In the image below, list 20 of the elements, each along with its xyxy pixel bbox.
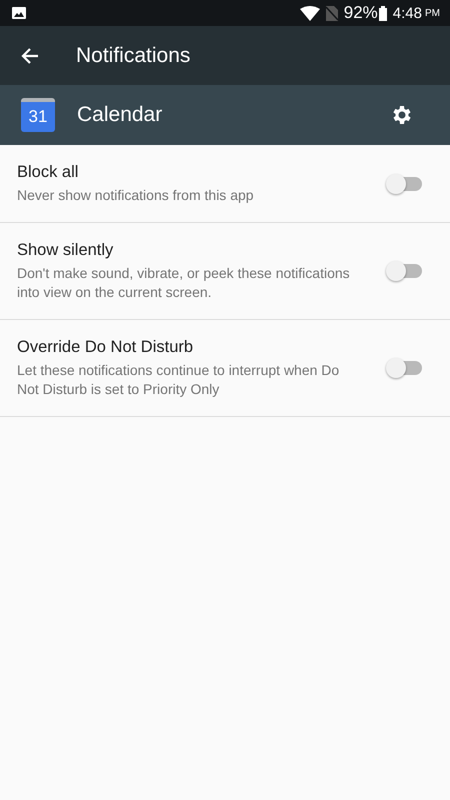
battery-percent: 92% (344, 3, 378, 23)
clock-time: 4:48 (392, 4, 422, 22)
setting-summary: Never show notifications from this app (17, 186, 255, 205)
back-arrow-icon[interactable] (20, 46, 40, 66)
toggle-switch[interactable] (386, 174, 422, 194)
wifi-icon (300, 6, 320, 20)
setting-summary: Don't make sound, vibrate, or peek these notifications into view on the current screen. (17, 264, 351, 302)
setting-title: Override Do Not Disturb (17, 338, 194, 357)
setting-title: Show silently (17, 241, 114, 260)
no-sim-icon (326, 6, 338, 20)
image-icon (12, 7, 26, 19)
setting-summary: Let these notifications continue to interrupt when Do Not Disturb is set to Priority Only (17, 361, 340, 399)
setting-title: Block all (17, 163, 80, 182)
calendar-app-icon: 31 (21, 98, 55, 132)
screen-title: Notifications (76, 44, 190, 68)
app-name: Calendar (77, 103, 164, 127)
toggle-switch[interactable] (386, 261, 422, 281)
battery-icon (378, 6, 387, 20)
clock-meridiem: PM (425, 8, 440, 18)
toggle-switch[interactable] (386, 358, 422, 378)
